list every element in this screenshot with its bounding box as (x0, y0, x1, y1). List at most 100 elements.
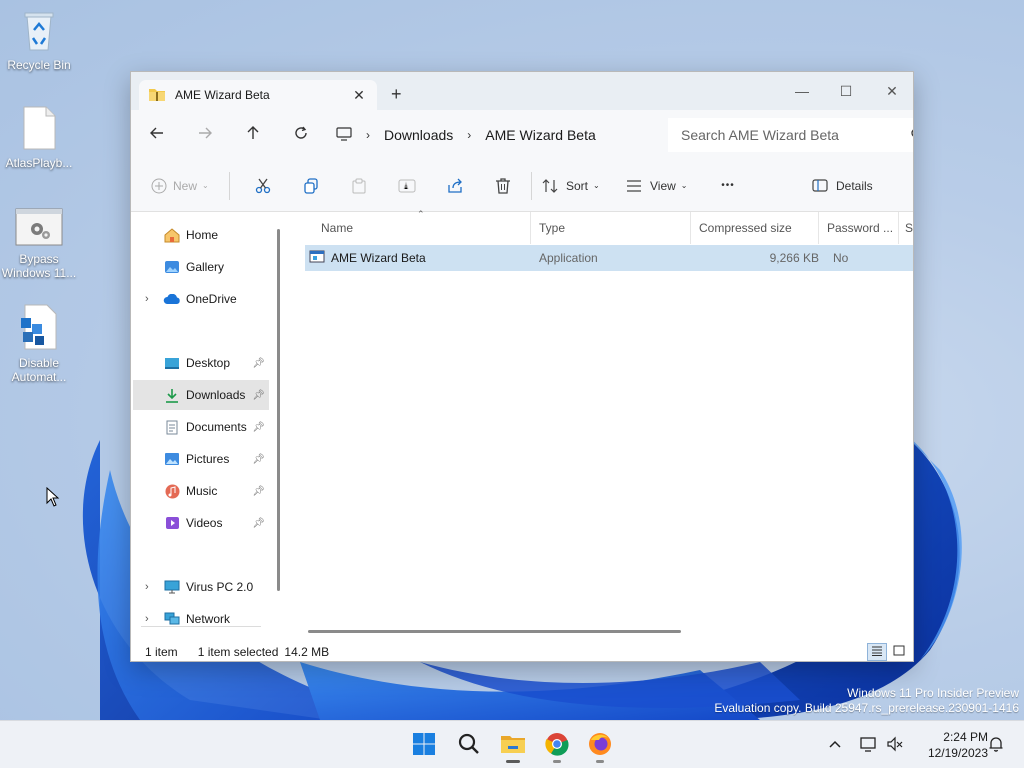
desktop-icon-recycle-bin[interactable]: Recycle Bin (0, 8, 78, 72)
sidebar-item-onedrive[interactable]: › OneDrive (133, 284, 269, 314)
sidebar-item-gallery[interactable]: Gallery (133, 252, 269, 282)
rename-button[interactable] (391, 170, 423, 202)
column-header-password[interactable]: Password ... (819, 212, 899, 244)
taskbar-file-explorer[interactable] (495, 729, 531, 763)
file-explorer-window: AME Wizard Beta ✕ + — ☐ ✕ › Downloads › … (130, 71, 914, 662)
details-label: Details (836, 178, 873, 193)
column-label: Name (321, 221, 354, 235)
chevron-down-icon: ⌄ (593, 181, 600, 190)
sidebar-item-label: Videos (186, 516, 223, 530)
refresh-icon[interactable] (277, 126, 325, 145)
nav-scrollbar[interactable] (277, 229, 280, 591)
desktop-icon-atlasplaybook[interactable]: AtlasPlayb... (0, 106, 78, 170)
pin-icon[interactable]: 📌︎ (252, 486, 265, 497)
watermark-line: Windows 11 Pro Insider Preview (847, 686, 1019, 700)
sidebar-item-downloads[interactable]: Downloads 📌︎ (133, 380, 269, 410)
tab-title: AME Wizard Beta (175, 88, 270, 102)
column-label: Type (539, 221, 566, 235)
up-arrow-icon[interactable] (229, 125, 277, 145)
taskbar-chrome[interactable] (539, 729, 575, 763)
sort-button[interactable]: Sort ⌄ (542, 170, 614, 202)
maximize-button[interactable]: ☐ (823, 78, 869, 104)
sidebar-item-pictures[interactable]: Pictures 📌︎ (133, 444, 269, 474)
start-button[interactable] (406, 729, 442, 761)
search-input[interactable]: Search AME Wizard Beta (668, 118, 913, 152)
cell-type: Application (539, 251, 598, 265)
bell-icon (988, 736, 1004, 755)
tiles-view-button[interactable] (889, 643, 909, 661)
column-header-compressed-size[interactable]: Compressed size (691, 212, 819, 244)
pin-icon[interactable]: 📌︎ (252, 358, 265, 369)
new-button[interactable]: New ⌄ (151, 170, 215, 202)
show-hidden-icons-button[interactable] (828, 721, 842, 768)
forward-arrow-icon[interactable] (181, 126, 229, 144)
mouse-cursor-icon (46, 487, 60, 507)
details-view-button[interactable] (867, 643, 887, 661)
back-arrow-icon[interactable] (133, 126, 181, 144)
cell-compressed-size: 9,266 KB (769, 251, 819, 265)
zip-folder-icon (149, 87, 165, 104)
details-pane-button[interactable]: Details (812, 170, 892, 202)
minimize-button[interactable]: — (779, 78, 825, 104)
gallery-icon (163, 259, 181, 275)
paste-button[interactable] (343, 170, 375, 202)
desktop-icon-label: Disable (18, 356, 60, 370)
sidebar-item-label: Downloads (186, 388, 246, 402)
volume-tray-button[interactable] (886, 721, 904, 768)
view-button[interactable]: View ⌄ (626, 170, 702, 202)
home-icon (163, 227, 181, 243)
cut-button[interactable] (247, 170, 279, 202)
table-row[interactable]: AME Wizard Beta Application 9,266 KB No (305, 245, 913, 271)
address-breadcrumb[interactable]: › Downloads › AME Wizard Beta (336, 118, 654, 152)
desktop-icon-disable-automatic[interactable]: Disable Automat... (0, 304, 78, 384)
chevron-down-icon: ⌄ (680, 181, 688, 190)
desktop-icon-label: Bypass (19, 252, 59, 266)
pictures-icon (163, 451, 181, 467)
column-label: Password ... (827, 221, 894, 235)
sidebar-item-desktop[interactable]: Desktop 📌︎ (133, 348, 269, 378)
copy-button[interactable] (295, 170, 327, 202)
more-options-button[interactable]: ••• (708, 170, 748, 202)
pin-icon[interactable]: 📌︎ (252, 422, 265, 433)
pin-icon[interactable]: 📌︎ (252, 518, 265, 529)
sidebar-item-network[interactable]: › Network (133, 604, 269, 634)
breadcrumb-downloads[interactable]: Downloads (384, 127, 453, 143)
sort-label: Sort (566, 178, 589, 193)
this-pc-icon (163, 579, 181, 595)
column-header-size[interactable]: Si (899, 212, 914, 244)
share-button[interactable] (439, 170, 471, 202)
search-button[interactable] (451, 729, 487, 761)
sidebar-item-documents[interactable]: Documents 📌︎ (133, 412, 269, 442)
delete-button[interactable] (487, 170, 519, 202)
column-label: Si (905, 221, 914, 235)
column-header-type[interactable]: Type (531, 212, 691, 244)
network-tray-button[interactable] (860, 721, 878, 768)
cell-name: AME Wizard Beta (331, 251, 426, 265)
file-list: Name ⌃ Type Compressed size Password ...… (287, 209, 914, 640)
tab-close-button[interactable]: ✕ (349, 87, 369, 104)
sidebar-item-label: Gallery (186, 260, 225, 274)
sidebar-item-music[interactable]: Music 📌︎ (133, 476, 269, 506)
sidebar-item-videos[interactable]: Videos 📌︎ (133, 508, 269, 538)
clipboard-icon (351, 178, 367, 194)
taskbar-clock[interactable]: 2:24 PM 12/19/2023 (912, 729, 988, 761)
running-indicator (596, 760, 604, 763)
tab-ame-wizard-beta[interactable]: AME Wizard Beta ✕ (139, 80, 377, 110)
desktop-icon-bypass-windows[interactable]: Bypass Windows 11... (0, 208, 78, 280)
desktop-icon-label: AtlasPlayb... (5, 156, 73, 170)
notifications-button[interactable] (988, 721, 1004, 768)
taskbar-firefox[interactable] (582, 729, 618, 763)
cell-password: No (833, 251, 849, 265)
sidebar-item-home[interactable]: Home (133, 220, 269, 250)
sidebar-item-virus-pc[interactable]: › Virus PC 2.0 (133, 572, 269, 602)
close-button[interactable]: ✕ (869, 78, 913, 104)
pin-icon[interactable]: 📌︎ (252, 454, 265, 465)
new-tab-button[interactable]: + (391, 84, 402, 105)
horizontal-scrollbar[interactable] (308, 630, 681, 633)
pin-icon[interactable]: 📌︎ (252, 390, 265, 401)
speaker-muted-icon (886, 736, 904, 755)
search-placeholder: Search AME Wizard Beta (681, 127, 839, 143)
breadcrumb-ame-wizard-beta[interactable]: AME Wizard Beta (485, 127, 595, 143)
running-indicator (553, 760, 561, 763)
firefox-icon (588, 732, 612, 759)
